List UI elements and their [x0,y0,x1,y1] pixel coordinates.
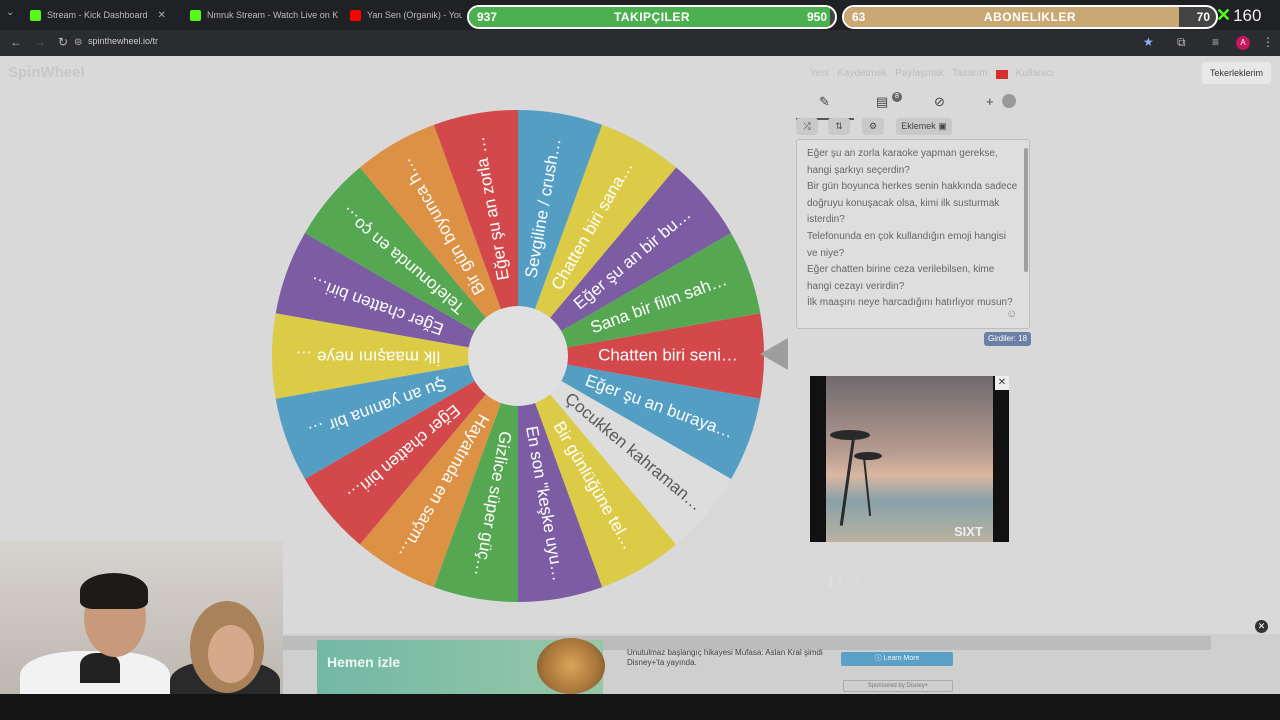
site-logo[interactable]: SpinWheel [8,64,85,81]
entries-toolbar: ✎ ▤ 8 ⊘ + [796,92,1030,116]
reload-icon[interactable]: ↻ [58,35,68,49]
entry-line: Eğer chatten birine ceza verilebilsen, k… [807,264,995,292]
kick-favicon-icon [190,9,201,21]
add-wheel-icon[interactable]: + [986,94,994,109]
person-2-face [208,625,254,683]
screen-bottom-edge [0,694,1280,720]
subscribers-goal-label: ABONELIKLER [983,10,1077,24]
kick-favicon-icon [30,9,41,21]
settings-gear-icon[interactable]: ⚙ [862,118,884,135]
wheel-pointer-icon [760,338,788,370]
tab-list-icon[interactable]: ⌄ [6,7,14,18]
nav-new[interactable]: Yeni [810,68,829,79]
nav-share[interactable]: Paylaşmak [895,68,944,79]
add-image-label: Eklemek [901,121,936,131]
browser-tab-kick-stream[interactable]: Nmruk Stream - Watch Live on Kick ✕ [190,4,338,26]
banner-close-icon[interactable]: ✕ [1255,620,1268,633]
kick-logo-icon: ✕ [1216,5,1232,25]
results-clipboard-icon[interactable]: ▤ [876,94,888,110]
mute-icon[interactable]: 🔇︎ [856,574,863,587]
banner-description: Unutulmaz başlangıç hikayesi Mufasa: Asl… [627,648,823,667]
entry-line: Telefonunda en çok kullandığın emoji han… [807,230,1007,259]
followers-goal-target: 950 [806,10,827,24]
learn-more-button[interactable]: ⓘ Learn More [841,652,953,666]
ad-close-icon[interactable]: ✕ [995,376,1009,390]
language-flag-icon[interactable] [995,70,1008,79]
palm-trunk [839,436,856,526]
browser-tab-youtube[interactable]: Yan Sen (Organik) - YouTube [350,4,462,26]
hide-eye-icon[interactable]: ⊘ [934,94,945,110]
wheel-dim-overlay [272,110,764,602]
results-count-badge: 8 [892,92,902,102]
video-ad[interactable] [810,376,1009,542]
profile-avatar[interactable]: A [1236,36,1250,50]
sixt-logo: SIXT [954,524,983,539]
subscribers-goal-bar: 63 ABONELIKLER 70 [842,5,1218,29]
nav-user[interactable]: Kullanıcı [1016,68,1054,79]
webcam-overlay [0,541,283,694]
media-controls-icon[interactable]: ≡ [1212,35,1219,49]
back-arrow-icon[interactable]: ← [10,35,22,49]
tab-title: Stream - Kick Dashboard [47,10,148,20]
my-wheels-button[interactable]: Tekerleklerim [1202,62,1272,84]
site-info-icon[interactable]: ⊜ [74,37,82,48]
tab-title: Nmruk Stream - Watch Live on Kick [207,10,338,20]
mufasa-lion-image [537,638,605,694]
nav-save[interactable]: Kaydetmek [837,68,887,79]
learn-more-label: Learn More [883,655,920,662]
sort-icon[interactable]: ⇅ [828,118,850,135]
entry-line: Bir gün boyunca herkes senin hakkında sa… [807,181,1018,226]
browser-address-bar: ← → ↻ ⊜ spinthewheel.io/tr ★ ⧉ ≡ A ⋮ [0,30,1280,56]
extensions-icon[interactable]: ⧉ [1177,35,1186,50]
palm-leaves [830,430,870,440]
palm-trunk [862,456,872,516]
url-field[interactable]: spinthewheel.io/tr [88,36,158,46]
person-1-collar [80,653,120,683]
sponsored-label: Sponsored by Disney+ [843,680,953,692]
watch-now-cta[interactable]: Hemen izle [327,654,400,670]
entries-textarea[interactable]: Eğer şu an zorla karaoke yapman gerekse,… [796,139,1030,329]
shuffle-icon[interactable]: ⤮ [796,118,818,135]
close-tab-icon[interactable]: ✕ [158,10,166,21]
palm-leaves [854,452,882,460]
bottom-ad-banner[interactable]: Hemen izle Unutulmaz başlangıç hikayesi … [283,634,1280,694]
spin-wheel[interactable]: Chatten biri seni…Eğer şu an buraya…Çocu… [268,106,768,606]
emoji-icon[interactable]: ☺ [1006,308,1017,320]
pause-icon[interactable]: ❚❚ [826,574,844,587]
top-nav: Yeni Kaydetmek Paylaşmak Tasarım Kullanı… [810,68,1054,79]
entries-subtoolbar: ⤮ ⇅ ⚙ Eklemek ▣ [796,116,1030,136]
followers-goal-bar: 937 TAKIPÇILER 950 [467,5,837,29]
add-image-button[interactable]: Eklemek ▣ [896,118,952,135]
bookmark-star-icon[interactable]: ★ [1143,35,1154,49]
edit-pencil-icon[interactable]: ✎ [819,94,830,110]
subscribers-goal-target: 70 [1196,10,1210,24]
person-1-hair [80,573,148,609]
tab-title: Yan Sen (Organik) - YouTube [367,10,462,20]
wheel-thumbnail-icon[interactable] [1002,94,1016,108]
forward-arrow-icon[interactable]: → [34,35,46,49]
browser-tab-kick-dashboard[interactable]: Stream - Kick Dashboard ✕ [30,4,178,26]
beach-sunset-image [826,376,993,542]
wheel-graphic[interactable]: Chatten biri seni…Eğer şu an buraya…Çocu… [268,106,768,606]
entry-line: İlk maaşını neye harcadığını hatırlıyor … [807,297,1013,309]
entry-count-badge: Girdiler: 18 [984,332,1032,346]
viewer-count: ✕ 160 [1216,5,1261,26]
entries-scrollbar[interactable] [1024,148,1028,272]
followers-goal-label: TAKIPÇILER [613,10,691,24]
entry-line: Eğer şu an zorla karaoke yapman gerekse,… [807,148,998,176]
viewer-count-value: 160 [1233,5,1262,25]
nav-design[interactable]: Tasarım [952,68,988,79]
browser-menu-icon[interactable]: ⋮ [1262,35,1274,49]
youtube-favicon-icon [350,9,361,21]
